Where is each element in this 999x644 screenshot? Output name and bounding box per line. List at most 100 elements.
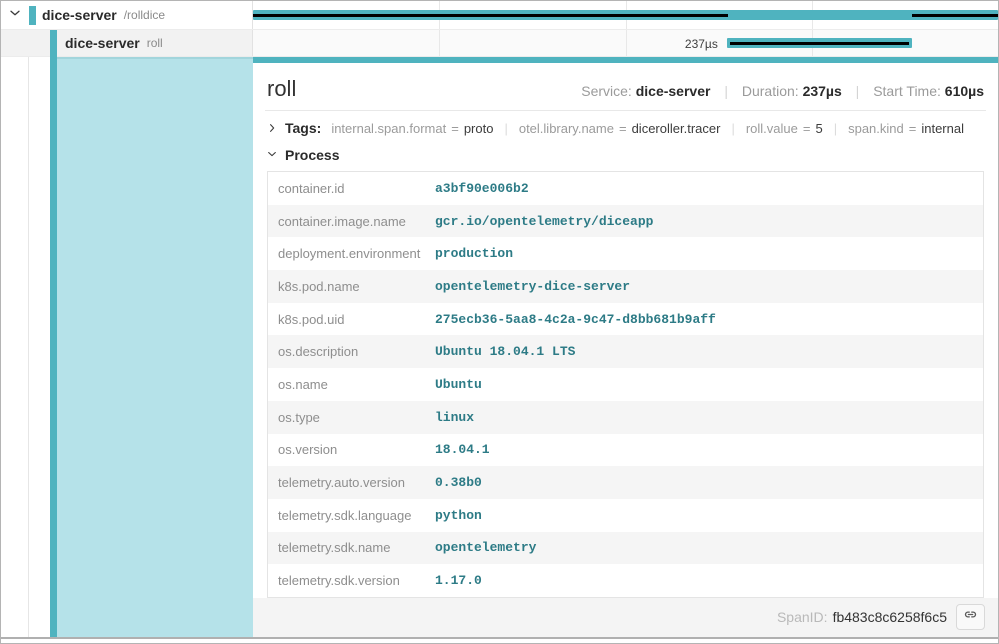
table-row: k8s.pod.uid 275ecb36-5aa8-4c2a-9c47-d8bb… xyxy=(268,303,983,336)
span-row-rolldice[interactable]: dice-server /rolldice xyxy=(1,1,998,30)
start-time-value: 610µs xyxy=(945,83,984,99)
tag-summary-item: span.kind=internal xyxy=(848,121,964,136)
critical-path-segment xyxy=(912,14,998,17)
spanid-value: fb483c8c6258f6c5 xyxy=(833,609,947,625)
tag-value: internal xyxy=(921,121,964,136)
span-name-cell-roll[interactable]: dice-server roll xyxy=(1,30,253,56)
operation-name: /rolldice xyxy=(124,8,165,22)
tag-value: diceroller.tracer xyxy=(632,121,721,136)
tags-label: Tags: xyxy=(285,120,321,136)
table-row: os.description Ubuntu 18.04.1 LTS xyxy=(268,335,983,368)
span-bar-rolldice[interactable] xyxy=(253,10,998,20)
timeline-gridline xyxy=(439,30,440,56)
meta-separator: | xyxy=(856,83,860,99)
tag-value: 5 xyxy=(815,121,822,136)
tag-summary-item: otel.library.name = diceroller.tracer xyxy=(519,121,721,136)
service-name: dice-server xyxy=(65,35,140,51)
copy-link-button[interactable] xyxy=(956,604,985,630)
tag-value: proto xyxy=(464,121,494,136)
selected-span-highlight xyxy=(57,57,253,637)
tag-equals: = xyxy=(803,121,811,136)
duration-label: Duration: xyxy=(742,83,799,99)
span-row-roll[interactable]: dice-server roll 237µs xyxy=(1,30,998,57)
process-section-toggle[interactable]: Process xyxy=(265,138,986,171)
collapse-toggle[interactable] xyxy=(1,6,29,24)
table-row: telemetry.sdk.language python xyxy=(268,499,983,532)
process-label: Process xyxy=(285,147,339,163)
operation-name: roll xyxy=(147,36,163,50)
service-color-chip xyxy=(50,30,57,57)
tag-equals: = xyxy=(451,121,459,136)
table-row: container.image.name gcr.io/opentelemetr… xyxy=(268,205,983,238)
tag-key: otel.library.name xyxy=(519,121,614,136)
timeline-gridline xyxy=(626,30,627,56)
process-key: telemetry.sdk.version xyxy=(268,573,435,588)
tag-equals: = xyxy=(909,121,917,136)
table-row: os.name Ubuntu xyxy=(268,368,983,401)
process-value: opentelemetry xyxy=(435,540,536,555)
table-row: telemetry.sdk.version 1.17.0 xyxy=(268,564,983,597)
selected-span-accent-bar xyxy=(50,57,57,637)
span-detail-footer: SpanID: fb483c8c6258f6c5 xyxy=(253,598,998,637)
span-detail-header: roll Service: dice-server | Duration: 23… xyxy=(265,63,986,111)
tag-equals: = xyxy=(619,121,627,136)
span-duration-label: 237µs xyxy=(685,37,718,51)
selected-span-rail xyxy=(1,57,253,637)
span-timeline-cell[interactable] xyxy=(253,1,998,29)
span-bar-roll[interactable] xyxy=(727,38,913,48)
table-row: os.version 18.04.1 xyxy=(268,434,983,467)
critical-path-segment xyxy=(730,42,910,45)
process-key: os.description xyxy=(268,344,435,359)
indent-guide-line xyxy=(28,57,29,637)
table-row: telemetry.auto.version 0.38b0 xyxy=(268,466,983,499)
process-key-value-table: container.id a3bf90e006b2 container.imag… xyxy=(267,171,984,598)
span-name-cell-rolldice[interactable]: dice-server /rolldice xyxy=(1,1,253,29)
table-row: container.id a3bf90e006b2 xyxy=(268,172,983,205)
span-detail-panel: roll Service: dice-server | Duration: 23… xyxy=(253,57,998,637)
span-timeline-cell[interactable]: 237µs xyxy=(253,30,998,56)
duration-value: 237µs xyxy=(803,83,842,99)
meta-separator: | xyxy=(724,83,728,99)
chevron-down-icon xyxy=(9,6,21,24)
process-value: 275ecb36-5aa8-4c2a-9c47-d8bb681b9aff xyxy=(435,312,716,327)
tag-summary-item: roll.value = 5 xyxy=(746,121,823,136)
tag-separator: | xyxy=(731,121,734,136)
process-value: opentelemetry-dice-server xyxy=(435,279,630,294)
process-key: os.version xyxy=(268,442,435,457)
process-key: os.type xyxy=(268,410,435,425)
tag-key: internal.span.format xyxy=(331,121,446,136)
process-key: k8s.pod.name xyxy=(268,279,435,294)
process-key: k8s.pod.uid xyxy=(268,312,435,327)
process-key: telemetry.sdk.name xyxy=(268,540,435,555)
process-value: python xyxy=(435,508,482,523)
tags-section-toggle[interactable]: Tags: internal.span.format = proto | otel.… xyxy=(265,111,986,138)
critical-path-segment xyxy=(253,14,728,17)
process-key: os.name xyxy=(268,377,435,392)
process-value: 18.04.1 xyxy=(435,442,490,457)
chevron-right-icon xyxy=(267,121,277,136)
service-name: dice-server xyxy=(42,7,117,23)
span-operation-title: roll xyxy=(267,77,296,101)
detail-row-bottom-border xyxy=(1,637,998,639)
process-key: telemetry.sdk.language xyxy=(268,508,435,523)
table-row: os.type linux xyxy=(268,401,983,434)
process-value: 0.38b0 xyxy=(435,475,482,490)
table-row: k8s.pod.name opentelemetry-dice-server xyxy=(268,270,983,303)
service-value: dice-server xyxy=(636,83,711,99)
process-key: deployment.environment xyxy=(268,246,435,261)
tag-key: roll.value xyxy=(746,121,798,136)
link-icon xyxy=(963,607,978,627)
process-value: Ubuntu xyxy=(435,377,482,392)
process-value: gcr.io/opentelemetry/diceapp xyxy=(435,214,653,229)
span-detail-row: roll Service: dice-server | Duration: 23… xyxy=(1,57,998,637)
span-meta: Service: dice-server | Duration: 237µs |… xyxy=(581,83,984,99)
process-value: production xyxy=(435,246,513,261)
process-value: 1.17.0 xyxy=(435,573,482,588)
tag-separator: | xyxy=(834,121,837,136)
table-row: deployment.environment production xyxy=(268,237,983,270)
tag-summary-item: internal.span.format = proto xyxy=(331,121,493,136)
span-detail-content: roll Service: dice-server | Duration: 23… xyxy=(253,63,998,598)
process-key: telemetry.auto.version xyxy=(268,475,435,490)
process-value: Ubuntu 18.04.1 LTS xyxy=(435,344,575,359)
trace-detail-view: dice-server /rolldice dice-server roll 2… xyxy=(0,0,999,644)
